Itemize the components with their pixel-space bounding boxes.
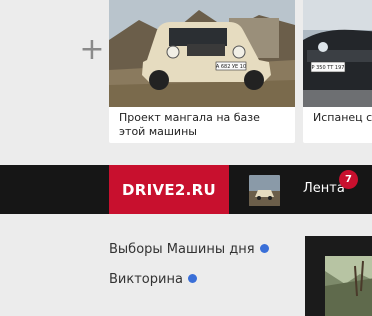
car-photo[interactable]: Р 350 ТТ 197 xyxy=(303,0,372,107)
sidebar-item-label[interactable]: Выборы Машины дня xyxy=(109,242,255,257)
card-caption[interactable]: Испанец с xyxy=(313,111,372,125)
avatar[interactable] xyxy=(249,175,280,206)
car-photo-image: Р 350 ТТ 197 xyxy=(303,0,372,107)
card-caption[interactable]: Проект мангала на базе этой машины xyxy=(119,111,289,139)
sidebar-item-quiz[interactable]: Викторина xyxy=(109,272,197,288)
feed-count-badge: 7 xyxy=(339,170,358,189)
avatar-image xyxy=(249,175,280,206)
svg-text:Р 350 ТТ 197: Р 350 ТТ 197 xyxy=(312,65,345,71)
car-card[interactable]: Р 350 ТТ 197 Испанец с xyxy=(303,0,372,143)
sidebar-item-label[interactable]: Викторина xyxy=(109,272,183,287)
car-card[interactable]: А 682 УЕ 10 Проект мангала на базе этой … xyxy=(109,0,295,143)
car-photo[interactable]: А 682 УЕ 10 xyxy=(109,0,295,107)
new-indicator-dot xyxy=(259,244,269,253)
new-indicator-dot xyxy=(187,274,197,283)
feed-link[interactable]: Лента xyxy=(303,181,345,197)
site-logo[interactable]: DRIVE2.RU xyxy=(109,165,229,214)
sidebar-item-car-of-day-votes[interactable]: Выборы Машины дня xyxy=(109,242,269,258)
svg-text:А 682 УЕ 10: А 682 УЕ 10 xyxy=(216,64,246,70)
featured-photo[interactable] xyxy=(325,256,372,316)
featured-photo-image xyxy=(325,256,372,316)
add-card-button[interactable]: + xyxy=(78,35,106,65)
car-photo-image: А 682 УЕ 10 xyxy=(109,0,295,107)
